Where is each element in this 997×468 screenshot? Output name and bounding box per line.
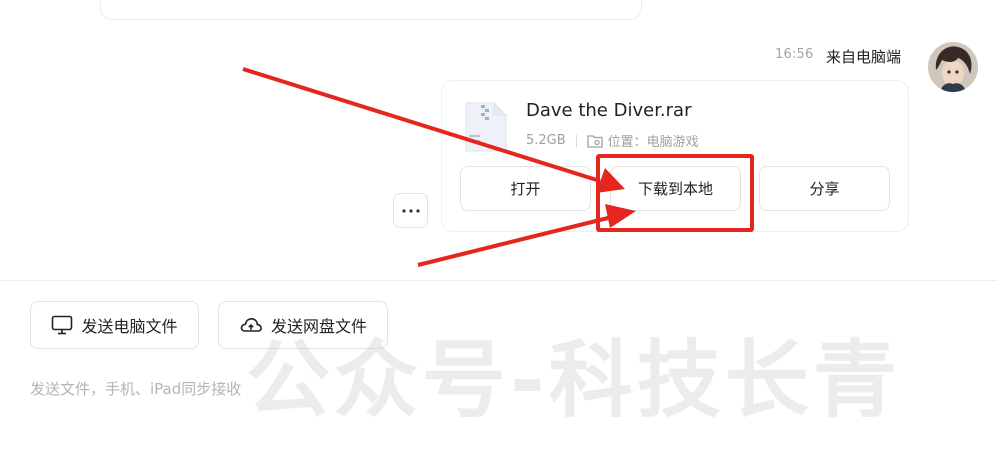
avatar[interactable] bbox=[928, 42, 978, 92]
folder-location-icon bbox=[587, 134, 603, 148]
file-name: Dave the Diver.rar bbox=[526, 100, 692, 121]
watermark: 公众号-科技长青 bbox=[246, 331, 901, 429]
monitor-icon bbox=[52, 315, 73, 335]
more-dots-icon bbox=[401, 208, 420, 213]
file-meta: 5.2GB 位置：电脑游戏 bbox=[526, 131, 699, 150]
open-button[interactable]: 打开 bbox=[460, 166, 591, 211]
file-location: 位置：电脑游戏 bbox=[607, 135, 699, 150]
file-size: 5.2GB bbox=[526, 133, 566, 148]
message-sender: 来自电脑端 bbox=[826, 48, 902, 66]
meta-separator bbox=[575, 134, 577, 147]
share-button[interactable]: 分享 bbox=[759, 166, 890, 211]
more-options-button[interactable] bbox=[393, 193, 428, 228]
message-time: 16:56 bbox=[775, 47, 814, 62]
compose-divider bbox=[0, 280, 997, 281]
compose-hint: 发送文件，手机、iPad同步接收 bbox=[30, 380, 242, 398]
send-pc-files-label: 发送电脑文件 bbox=[81, 317, 178, 336]
annotation-highlight-box bbox=[596, 154, 754, 232]
send-pc-files-button[interactable]: 发送电脑文件 bbox=[30, 301, 199, 349]
previous-message-card bbox=[100, 0, 642, 20]
chat-page: 16:56 来自电脑端 Dave the Diver.rar 5.2GB 位置：… bbox=[0, 0, 997, 468]
archive-file-icon bbox=[464, 101, 508, 153]
avatar-image bbox=[928, 42, 978, 92]
